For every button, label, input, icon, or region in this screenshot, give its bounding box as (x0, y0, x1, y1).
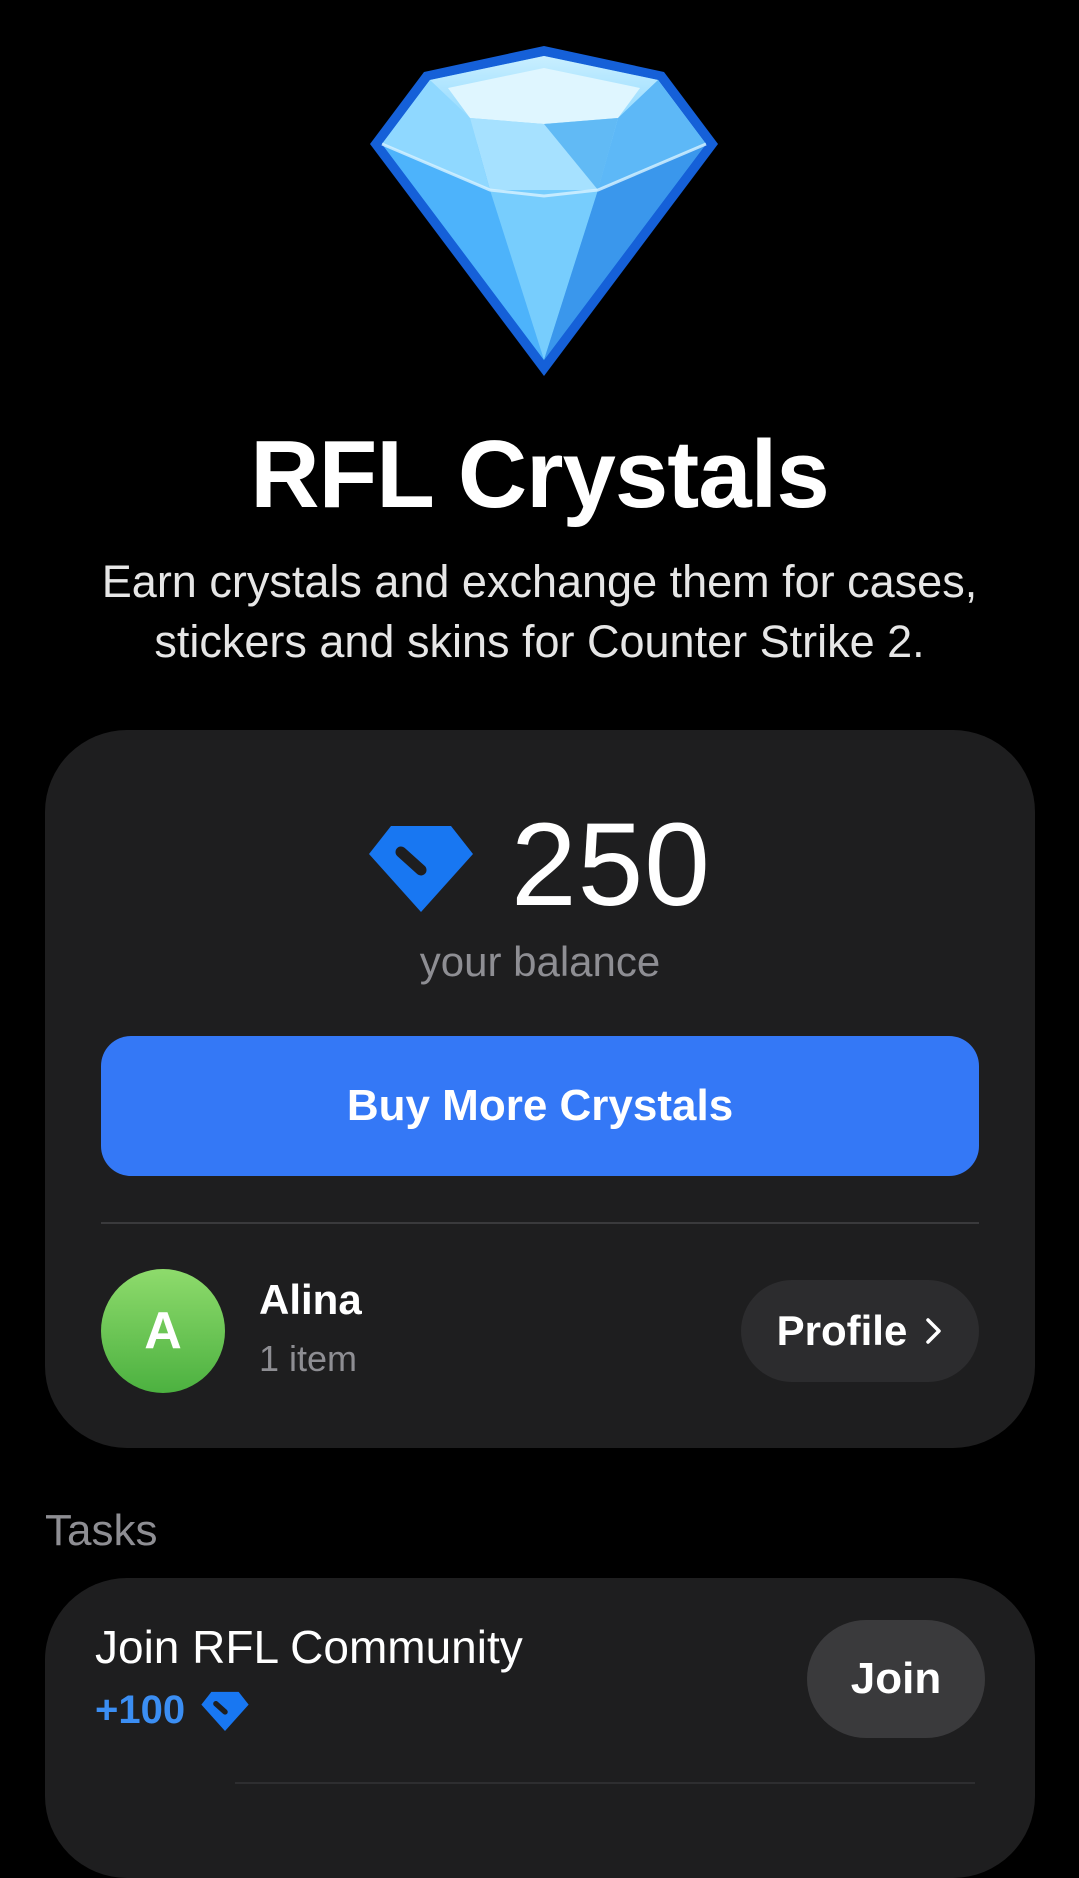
page-subtitle: Earn crystals and exchange them for case… (40, 552, 1039, 672)
balance-card: 250 your balance Buy More Crystals A Ali… (45, 730, 1035, 1448)
crystal-icon (201, 1691, 249, 1731)
chevron-right-icon (926, 1318, 942, 1344)
page-title: RFL Crystals (250, 421, 829, 528)
divider (101, 1222, 979, 1224)
diamond-icon (370, 46, 718, 376)
subtitle-line-1: Earn crystals and exchange them for case… (101, 556, 978, 607)
user-name: Alina (259, 1276, 362, 1323)
divider (235, 1782, 975, 1784)
join-button[interactable]: Join (807, 1620, 985, 1738)
buy-crystals-button[interactable]: Buy More Crystals (101, 1036, 979, 1176)
profile-button[interactable]: Profile (741, 1280, 979, 1382)
task-title: Join RFL Community (95, 1621, 523, 1673)
balance-caption: your balance (419, 938, 661, 985)
task-reward: +100 (95, 1688, 249, 1733)
user-item-count: 1 item (259, 1338, 358, 1379)
crystal-icon (369, 826, 474, 912)
profile-button-label: Profile (776, 1307, 908, 1354)
task-reward-amount: +100 (95, 1688, 186, 1732)
tasks-card: Join RFL Community +100 Join (45, 1578, 1035, 1878)
tasks-section-header: Tasks (45, 1506, 158, 1555)
balance-row: 250 (45, 800, 1035, 930)
subtitle-line-2: stickers and skins for Counter Strike 2. (154, 616, 925, 667)
balance-value: 250 (511, 799, 711, 931)
avatar: A (101, 1269, 225, 1393)
